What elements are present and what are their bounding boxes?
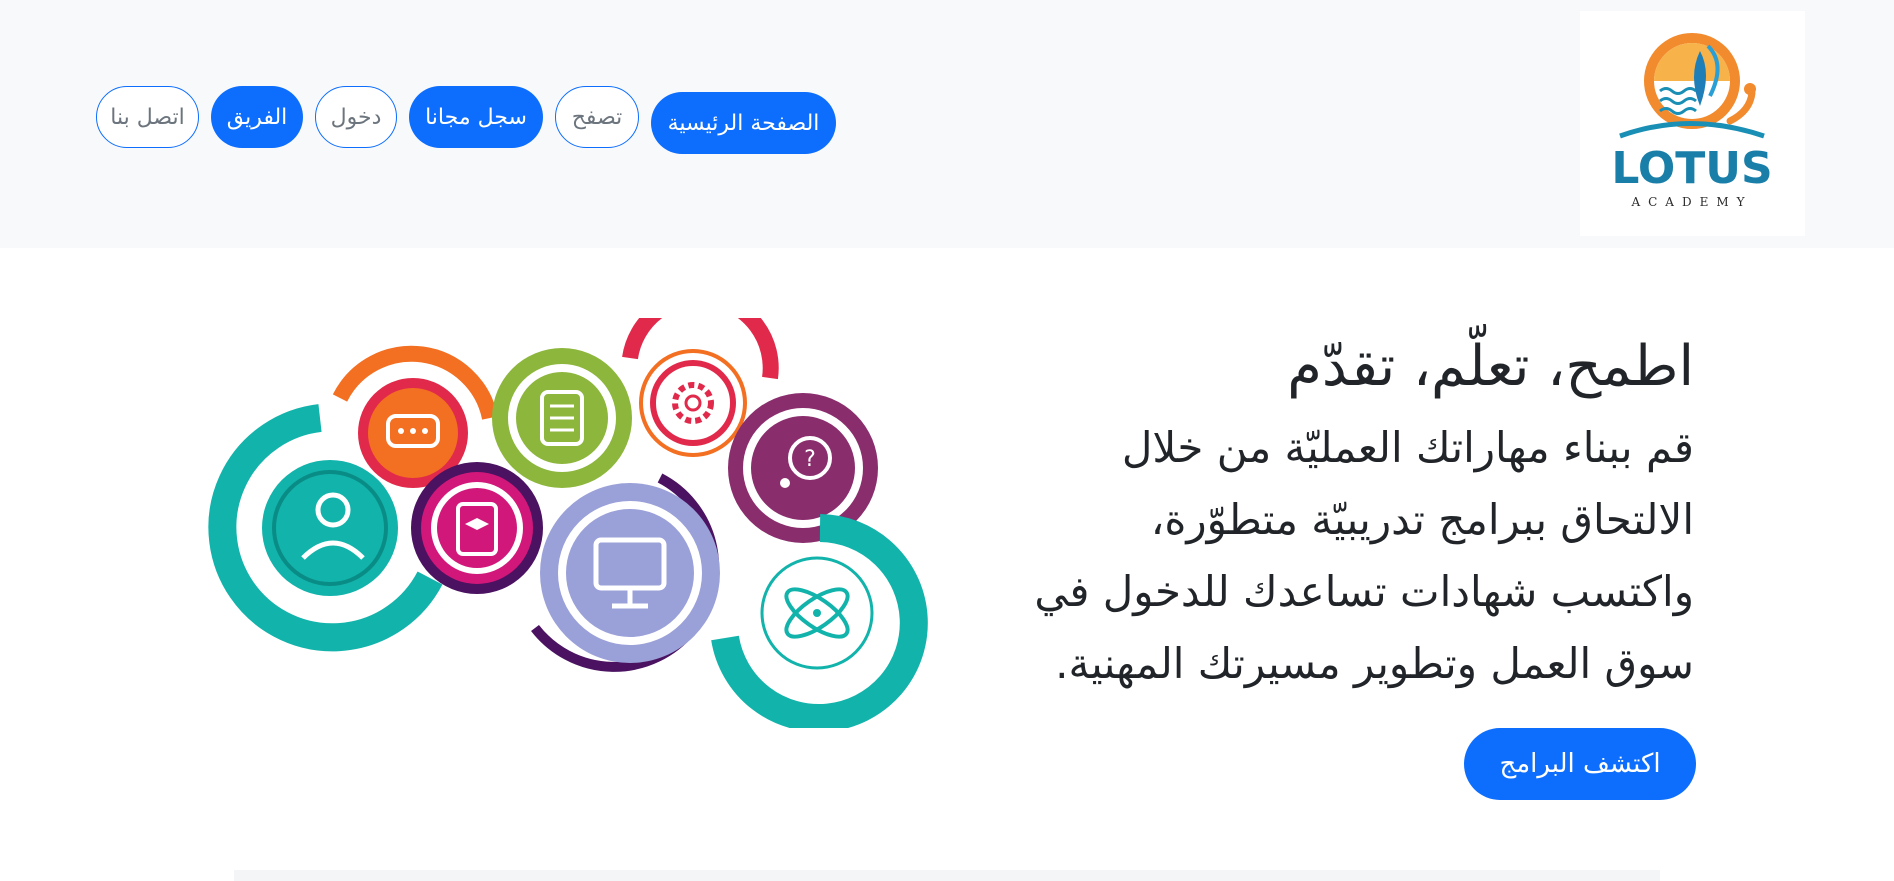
- hero-subtitle-line: قم ببناء مهاراتك العمليّة من خلال: [1121, 423, 1694, 472]
- section-divider: [234, 870, 1660, 881]
- nav-contact-button[interactable]: اتصل بنا: [96, 86, 199, 148]
- hero-subtitle-line: سوق العمل وتطوير مسيرتك المهنية.: [1055, 639, 1694, 688]
- hero-subtitle: قم ببناء مهاراتك العمليّة من خلال الالتح…: [934, 412, 1694, 700]
- svg-text:LOTUS: LOTUS: [1611, 143, 1772, 194]
- hero-subtitle-line: الالتحاق ببرامج تدريبيّة متطوّرة،: [1150, 495, 1694, 544]
- atom-icon-circle: [711, 514, 928, 728]
- nav-team-button[interactable]: الفريق: [211, 86, 303, 148]
- hero-text-block: اطمح، تعلّم، تقدّم قم ببناء مهاراتك العم…: [934, 330, 1694, 700]
- monitor-icon-circle: [531, 473, 720, 672]
- nav-login-button[interactable]: دخول: [315, 86, 397, 148]
- tablet-icon-circle: [411, 462, 543, 594]
- svg-text:ACADEMY: ACADEMY: [1630, 195, 1752, 209]
- lotus-logo-icon: LOTUS ACADEMY: [1611, 33, 1773, 209]
- top-navbar: LOTUS ACADEMY الصفحة الرئيسية تصفح سجل م…: [0, 0, 1894, 248]
- education-circles-illustration: ?: [200, 318, 935, 728]
- checklist-icon-circle: [492, 348, 632, 488]
- lotus-academy-logo[interactable]: LOTUS ACADEMY: [1580, 11, 1805, 236]
- hero-subtitle-line: واكتسب شهادات تساعدك للدخول في: [1034, 567, 1694, 616]
- nav-signup-button[interactable]: سجل مجانا: [409, 86, 543, 148]
- explore-programs-button[interactable]: اكتشف البرامج: [1464, 728, 1696, 800]
- nav-browse-button[interactable]: تصفح: [555, 86, 639, 148]
- hero-title: اطمح، تعلّم، تقدّم: [1287, 334, 1694, 399]
- nav-home-button[interactable]: الصفحة الرئيسية: [651, 92, 836, 154]
- svg-text:?: ?: [804, 447, 816, 472]
